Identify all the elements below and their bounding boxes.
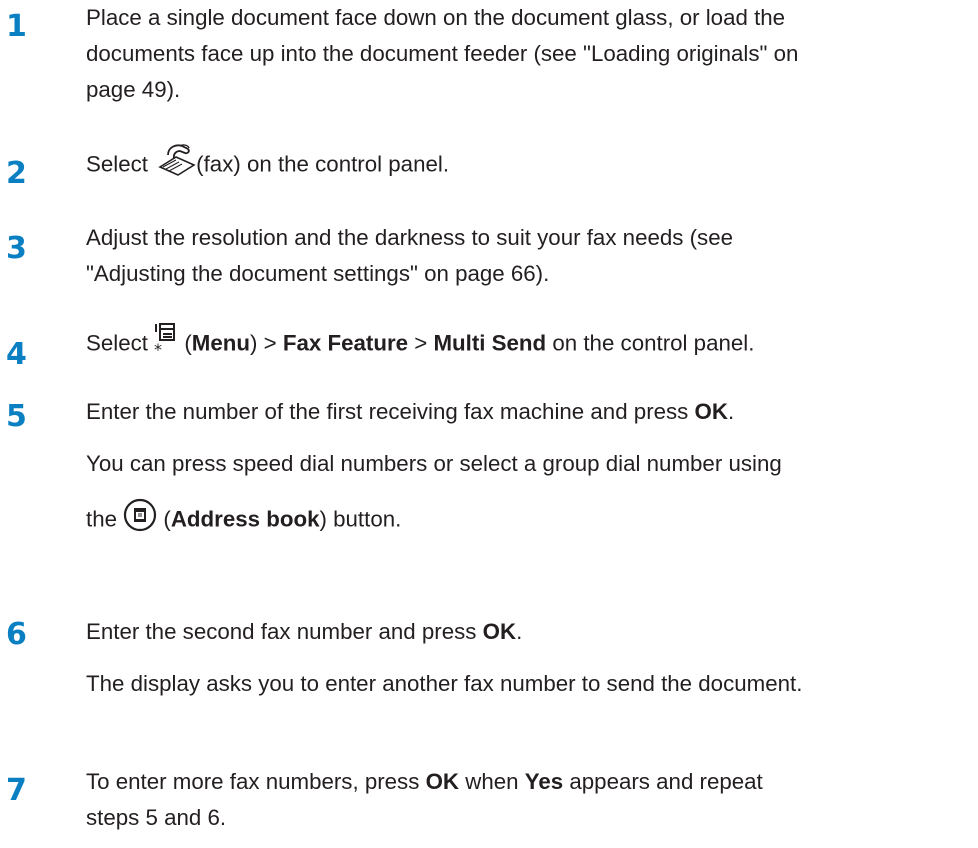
step-line: The display asks you to enter another fa… xyxy=(86,671,803,696)
step-text: Place a single document face down on the… xyxy=(86,0,978,108)
multi-send-label: Multi Send xyxy=(433,330,547,356)
step-line: To enter more fax numbers, press OK when… xyxy=(86,764,978,800)
menu-label: Menu xyxy=(191,330,251,356)
step-number: 5 xyxy=(6,399,27,434)
step-line: documents face up into the document feed… xyxy=(86,41,799,66)
ok-label: OK xyxy=(694,399,728,424)
fax-icon xyxy=(154,143,196,188)
fax-feature-label: Fax Feature xyxy=(282,330,409,356)
step-text-segment: Select xyxy=(86,151,155,177)
ok-label: OK xyxy=(425,769,460,794)
step-number: 1 xyxy=(6,9,27,44)
step-text-segment: ) button. xyxy=(319,506,402,532)
step-text-segment: Enter the number of the first receiving … xyxy=(86,399,695,424)
step-line: page 49). xyxy=(86,77,181,102)
step-number: 6 xyxy=(6,617,27,652)
ok-label: OK xyxy=(482,619,517,644)
step-number: 7 xyxy=(6,773,27,808)
step-text: Adjust the resolution and the darkness t… xyxy=(86,220,978,292)
svg-text:*: * xyxy=(154,340,162,356)
menu-icon: * xyxy=(154,322,178,367)
step-line: Enter the number of the first receiving … xyxy=(86,394,978,430)
step-text: To enter more fax numbers, press OK when… xyxy=(86,764,978,836)
step-text-segment: ( xyxy=(157,506,171,532)
step-line: Place a single document face down on the… xyxy=(86,5,786,30)
step-text-segment: To enter more fax numbers, press xyxy=(86,769,426,794)
step-text-segment: . xyxy=(727,399,735,424)
step-text-segment: (fax) on the control panel. xyxy=(196,151,450,177)
step-text-segment: appears and repeat xyxy=(563,769,763,794)
step-text: Enter the number of the first receiving … xyxy=(86,394,978,543)
step-text-segment: ) > xyxy=(250,330,283,356)
step-text-segment: . xyxy=(516,619,523,644)
step-text-segment: when xyxy=(459,769,525,794)
step-text-segment: on the control panel. xyxy=(546,330,755,356)
step-text-segment: ( xyxy=(178,330,192,356)
step-text: Select (fax) on the control panel. xyxy=(86,143,978,188)
yes-label: Yes xyxy=(524,769,564,794)
step-text-segment: > xyxy=(408,330,434,356)
step-text: Enter the second fax number and press OK… xyxy=(86,614,978,702)
step-line: Enter the second fax number and press OK… xyxy=(86,614,978,650)
address-book-label: Address book xyxy=(170,506,320,532)
step-line: the (Address book) button. xyxy=(86,498,978,543)
step-line: "Adjusting the document settings" on pag… xyxy=(86,261,550,286)
step-text-segment: Select xyxy=(86,330,155,356)
step-line: Adjust the resolution and the darkness t… xyxy=(86,225,733,250)
step-text: Select * (Menu) > Fax Feature > Multi Se… xyxy=(86,322,978,367)
step-line: You can press speed dial numbers or sele… xyxy=(86,451,782,476)
step-number: 2 xyxy=(6,156,27,191)
address-book-icon xyxy=(123,498,157,543)
step-text-segment: Enter the second fax number and press xyxy=(86,619,483,644)
step-number: 3 xyxy=(6,231,27,266)
step-text-segment: the xyxy=(86,506,124,532)
step-line: steps 5 and 6. xyxy=(86,805,227,830)
step-number: 4 xyxy=(6,337,27,372)
